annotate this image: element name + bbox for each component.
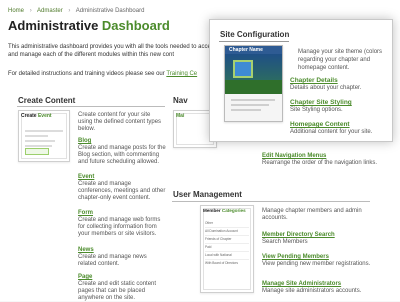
- user-management-description: Manage chapter members and admin account…: [262, 208, 362, 221]
- member-categories-thumbnail: Member Categories Other All Domination A…: [200, 205, 254, 293]
- form-link[interactable]: Form: [78, 210, 166, 217]
- breadcrumb-separator: ›: [68, 8, 71, 14]
- create-content-heading: Create Content: [18, 96, 76, 105]
- thumbnail-line: [25, 145, 52, 147]
- preview-line: [231, 104, 269, 106]
- event-item: Event Create and manage conferences, mee…: [78, 174, 166, 202]
- breadcrumb-current: Administrative Dashboard: [75, 8, 145, 14]
- training-center-link[interactable]: Training Ce: [166, 71, 197, 77]
- member-category-row: All Domination Account: [205, 228, 249, 236]
- preview-photo: [233, 60, 253, 78]
- thumbnail-line: [25, 135, 48, 137]
- member-categories-list: Other All Domination Account Friends of …: [205, 220, 249, 267]
- member-directory-description: Search Members: [262, 239, 308, 245]
- page-description: Create and edit static content pages tha…: [78, 281, 157, 301]
- breadcrumb-admaster[interactable]: Admaster: [37, 8, 63, 14]
- preview-line: [231, 99, 275, 101]
- thumbnail-line: [25, 130, 63, 132]
- site-configuration-rule: [219, 41, 289, 42]
- training-note-text: For detailed instructions and training v…: [8, 71, 167, 77]
- navigation-heading: Nav: [173, 96, 188, 105]
- event-description: Create and manage conferences, meetings …: [78, 181, 166, 201]
- create-event-thumbnail-title: Create Event: [21, 113, 52, 119]
- pending-members-item: View Pending Members View pending new me…: [262, 254, 382, 268]
- site-preview-thumbnail: Chapter Name: [224, 45, 283, 122]
- page-item: Page Create and edit static content page…: [78, 274, 166, 302]
- news-link[interactable]: News: [78, 247, 166, 254]
- chapter-details-description: Details about your chapter.: [290, 85, 362, 91]
- navigation-thumbnail-title: Mai: [176, 113, 185, 119]
- create-event-thumbnail: Create Event: [18, 110, 70, 162]
- page-title-part-2: Dashboard: [101, 18, 170, 33]
- breadcrumb-home[interactable]: Home: [8, 8, 24, 14]
- view-pending-members-link[interactable]: View Pending Members: [262, 254, 382, 261]
- form-description: Create and manage web forms for collecti…: [78, 217, 161, 237]
- pending-members-description: View pending new member registrations.: [262, 261, 371, 267]
- page-title: Administrative Dashboard: [8, 18, 170, 33]
- save-settings-button: [25, 148, 49, 155]
- homepage-content-description: Additional content for your site.: [290, 129, 373, 135]
- preview-green-section: [225, 80, 282, 94]
- chapter-site-styling-link[interactable]: Chapter Site Styling: [290, 99, 352, 106]
- admin-dashboard-page: Home › Admaster › Administrative Dashboa…: [0, 0, 400, 301]
- site-admins-description: Manage site administrators accounts.: [262, 288, 362, 294]
- chapter-details-link[interactable]: Chapter Details: [290, 77, 338, 84]
- edit-navigation-menus-link[interactable]: Edit Navigation Menus: [262, 153, 382, 160]
- thumbnail-line: [25, 140, 56, 142]
- member-category-row: Friends of Chapter: [205, 236, 249, 244]
- edit-navigation-description: Rearrange the order of the navigation li…: [262, 160, 378, 166]
- form-item: Form Create and manage web forms for col…: [78, 210, 166, 238]
- preview-line: [231, 109, 261, 111]
- member-category-row: With Board of Directors: [205, 261, 238, 265]
- blog-link[interactable]: Blog: [78, 138, 166, 145]
- breadcrumb-separator: ›: [29, 8, 32, 14]
- site-admins-item: Manage Site Administrators Manage site a…: [262, 281, 382, 295]
- site-configuration-description: Manage your site theme (colors regarding…: [298, 49, 383, 71]
- member-directory-search-link[interactable]: Member Directory Search: [262, 232, 382, 239]
- member-category-row: Local with National: [205, 252, 249, 260]
- site-configuration-popup: Site Configuration Chapter Name Manage y…: [209, 19, 393, 142]
- edit-navigation-item: Edit Navigation Menus Rearrange the orde…: [262, 153, 382, 167]
- homepage-content-link[interactable]: Homepage Content: [290, 121, 350, 128]
- blog-description: Create and manage posts for the Blog sec…: [78, 145, 166, 165]
- training-note: For detailed instructions and training v…: [8, 70, 220, 78]
- user-management-rule: [172, 201, 370, 202]
- create-content-rule: [17, 106, 165, 107]
- member-category-row: Paid: [205, 244, 249, 252]
- chapter-site-styling-description: Site Styling options.: [290, 107, 343, 113]
- page-link[interactable]: Page: [78, 274, 166, 281]
- member-categories-thumbnail-title: Member Categories: [203, 208, 246, 213]
- intro-text: This administrative dashboard provides y…: [8, 44, 217, 58]
- preview-chapter-name: Chapter Name: [229, 47, 263, 53]
- news-item: News Create and manage news related cont…: [78, 247, 166, 268]
- member-category-row: Other: [205, 220, 249, 228]
- manage-site-administrators-link[interactable]: Manage Site Administrators: [262, 281, 382, 288]
- user-management-heading: User Management: [173, 190, 242, 199]
- member-directory-item: Member Directory Search Search Members: [262, 232, 382, 246]
- blog-item: Blog Create and manage posts for the Blo…: [78, 138, 166, 166]
- create-event-thumbnail-lines: [25, 127, 63, 150]
- news-description: Create and manage news related content.: [78, 254, 147, 267]
- site-configuration-title: Site Configuration: [220, 30, 290, 39]
- event-link[interactable]: Event: [78, 174, 166, 181]
- page-title-part-1: Administrative: [8, 18, 102, 33]
- breadcrumb: Home › Admaster › Administrative Dashboa…: [8, 8, 144, 14]
- create-content-description: Create content for your site using the d…: [78, 112, 162, 132]
